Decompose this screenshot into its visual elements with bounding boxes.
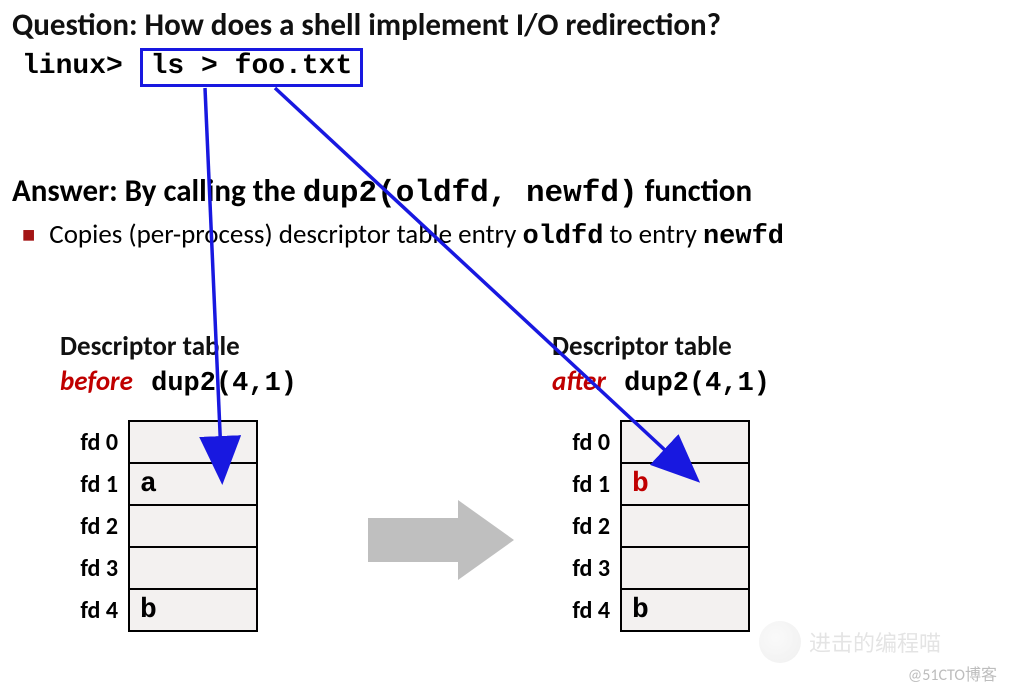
table-row: fd 3 xyxy=(60,547,257,589)
after-table: fd 0 fd 1b fd 2 fd 3 fd 4b xyxy=(552,420,750,632)
fd-label: fd 2 xyxy=(60,505,129,547)
transition-arrow-icon xyxy=(368,500,518,580)
fd-cell xyxy=(621,505,749,547)
bullet-mid: to entry xyxy=(603,218,703,251)
fd-cell: b xyxy=(129,589,257,631)
bullet-item: ■ Copies (per-process) descriptor table … xyxy=(22,218,784,252)
fd-label: fd 4 xyxy=(552,589,621,631)
after-word: after xyxy=(552,365,606,398)
table-row: fd 4b xyxy=(60,589,257,631)
fd-cell xyxy=(129,421,257,463)
answer-call: dup2(oldfd, newfd) xyxy=(303,176,638,211)
before-title: Descriptor table xyxy=(60,330,240,363)
table-row: fd 1b xyxy=(552,463,749,505)
after-title: Descriptor table xyxy=(552,330,732,363)
table-row: fd 0 xyxy=(60,421,257,463)
fd-label: fd 3 xyxy=(552,547,621,589)
fd-cell: b xyxy=(621,589,749,631)
table-row: fd 4b xyxy=(552,589,749,631)
fd-cell xyxy=(129,547,257,589)
table-row: fd 1a xyxy=(60,463,257,505)
before-word: before xyxy=(60,365,133,398)
table-row: fd 2 xyxy=(552,505,749,547)
fd-label: fd 0 xyxy=(552,421,621,463)
bullet-icon: ■ xyxy=(22,218,35,246)
after-subtitle: after dup2(4,1) xyxy=(552,365,770,399)
watermark-main: 进击的编程喵 xyxy=(809,626,941,658)
fd-cell xyxy=(621,421,749,463)
before-table: fd 0 fd 1a fd 2 fd 3 fd 4b xyxy=(60,420,258,632)
bullet-text: Copies (per-process) descriptor table en… xyxy=(49,218,784,252)
shell-prompt: linux> xyxy=(22,51,140,82)
fd-label: fd 4 xyxy=(60,589,129,631)
command-line: linux> ls > foo.txt xyxy=(22,48,363,87)
watermark-sub: @51CTO博客 xyxy=(908,661,997,685)
fd-cell xyxy=(621,547,749,589)
watermark-avatar-icon xyxy=(759,621,801,663)
fd-cell-changed: b xyxy=(621,463,749,505)
fd-cell xyxy=(129,505,257,547)
command-box: ls > foo.txt xyxy=(140,48,364,87)
fd-cell: a xyxy=(129,463,257,505)
table-row: fd 3 xyxy=(552,547,749,589)
table-row: fd 2 xyxy=(60,505,257,547)
bullet-pre: Copies (per-process) descriptor table en… xyxy=(49,218,522,251)
table-row: fd 0 xyxy=(552,421,749,463)
fd-label: fd 2 xyxy=(552,505,621,547)
before-subtitle: before dup2(4,1) xyxy=(60,365,297,399)
before-call: dup2(4,1) xyxy=(151,369,297,399)
after-call: dup2(4,1) xyxy=(624,369,770,399)
watermark-logo: 进击的编程喵 xyxy=(759,621,941,663)
fd-label: fd 3 xyxy=(60,547,129,589)
fd-label: fd 1 xyxy=(552,463,621,505)
bullet-oldfd: oldfd xyxy=(522,222,603,252)
fd-label: fd 1 xyxy=(60,463,129,505)
answer-prefix: Answer: By calling the xyxy=(12,172,303,210)
fd-label: fd 0 xyxy=(60,421,129,463)
question-heading: Question: How does a shell implement I/O… xyxy=(12,6,721,44)
answer-suffix: function xyxy=(638,172,753,210)
answer-heading: Answer: By calling the dup2(oldfd, newfd… xyxy=(12,172,752,211)
bullet-newfd: newfd xyxy=(703,222,784,252)
